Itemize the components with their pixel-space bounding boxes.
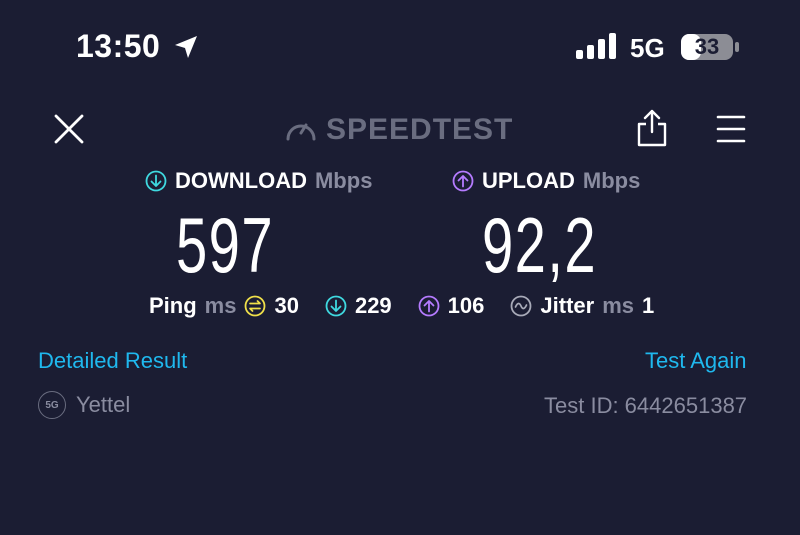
logo-text: SPEEDTEST <box>326 113 514 146</box>
5g-badge-icon: 5G <box>38 391 66 419</box>
menu-icon[interactable] <box>716 113 746 145</box>
idle-ping-icon <box>245 295 266 317</box>
ping-unit: ms <box>204 293 237 318</box>
jitter-icon <box>510 295 532 317</box>
idle-ping-value: 30 <box>274 293 299 318</box>
upload-speed-value: 92,2 <box>482 201 598 289</box>
upload-unit: Mbps <box>582 168 641 193</box>
battery-level: 33 <box>694 34 720 59</box>
upload-header: UPLOAD Mbps <box>452 168 640 194</box>
download-arrow-icon <box>145 170 167 192</box>
test-again-link[interactable]: Test Again <box>645 348 747 374</box>
ping-label: Ping <box>149 293 197 318</box>
download-header: DOWNLOAD Mbps <box>145 168 372 194</box>
jitter-value: 1 <box>641 293 655 318</box>
provider-name: Yettel <box>76 392 131 417</box>
cellular-signal-icon <box>576 33 616 59</box>
detailed-result-link[interactable]: Detailed Result <box>38 348 187 374</box>
upload-label: UPLOAD <box>482 168 575 193</box>
download-unit: Mbps <box>314 168 373 193</box>
upload-arrow-icon <box>452 170 474 192</box>
close-icon[interactable] <box>52 112 86 146</box>
download-ping-icon <box>325 295 347 317</box>
jitter-unit: ms <box>602 293 634 318</box>
download-ping-value: 229 <box>354 293 392 318</box>
speedometer-icon <box>286 123 316 141</box>
upload-ping-icon <box>418 295 440 317</box>
download-speed-value: 597 <box>176 201 275 289</box>
test-id: Test ID: 6442651387 <box>544 393 748 418</box>
provider-info: 5G Yettel <box>38 391 130 419</box>
status-time: 13:50 <box>76 28 161 64</box>
upload-ping-value: 106 <box>447 293 485 318</box>
ping-jitter-row: Ping ms 30 229 106 Jitter ms 1 <box>149 293 654 319</box>
speedtest-logo: SPEEDTEST <box>284 113 514 146</box>
download-label: DOWNLOAD <box>175 168 307 193</box>
jitter-label: Jitter <box>540 293 595 318</box>
network-type: 5G <box>630 33 665 63</box>
location-arrow-icon <box>175 36 197 58</box>
share-icon[interactable] <box>636 108 668 148</box>
